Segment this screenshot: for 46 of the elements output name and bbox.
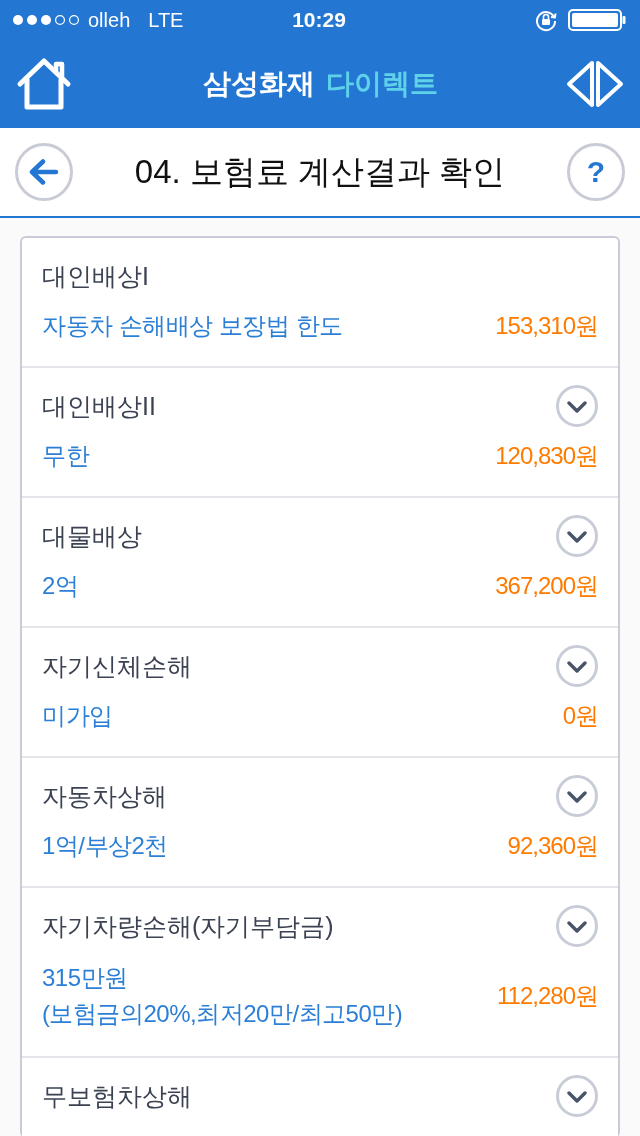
coverage-title: 자기차량손해(자기부담금) (42, 911, 335, 942)
coverage-detail: 315만원 (42, 963, 129, 993)
coverage-title: 대인배상II (42, 391, 157, 422)
chevron-down-icon (567, 401, 587, 413)
chevron-down-icon (567, 791, 587, 803)
chevron-down-icon (567, 921, 587, 933)
left-right-triangles-icon[interactable] (565, 59, 625, 109)
expand-button[interactable] (556, 905, 598, 947)
network-type: LTE (148, 8, 184, 32)
coverage-title: 대물배상 (42, 521, 143, 552)
brand-accent: 다이렉트 (326, 67, 438, 101)
premium-amount: 0원 (562, 701, 598, 731)
page-title: 04. 보험료 계산결과 확인 (133, 151, 507, 192)
chevron-down-icon (567, 661, 587, 673)
coverage-detail: 자동차 손해배상 보장법 한도 (42, 311, 344, 341)
premium-amount: 153,310원 (495, 311, 598, 341)
coverage-detail: 1억/부상2천 (42, 831, 169, 861)
coverage-detail: 미가입 (42, 701, 114, 731)
left-arrow-icon (29, 159, 59, 185)
signal-strength-icon (12, 14, 80, 26)
status-time: 10:29 (292, 8, 346, 32)
expand-button[interactable] (556, 775, 598, 817)
coverage-title: 자기신체손해 (42, 651, 193, 682)
premium-amount: 367,200원 (495, 571, 598, 601)
chevron-down-icon (567, 1091, 587, 1103)
back-button[interactable] (15, 143, 73, 201)
chevron-down-icon (567, 531, 587, 543)
expand-button[interactable] (556, 645, 598, 687)
brand-name: 삼성화재 (203, 67, 315, 101)
battery-icon (568, 9, 626, 31)
premium-amount: 120,830원 (495, 441, 598, 471)
carrier-name: olleh (88, 8, 131, 32)
coverage-title: 무보험차상해 (42, 1081, 193, 1112)
home-icon[interactable] (16, 57, 72, 111)
coverage-detail: (보험금의20%,최저20만/최고50만) (42, 999, 404, 1029)
premium-amount: 112,280원 (497, 981, 598, 1011)
coverage-title: 자동차상해 (42, 781, 168, 812)
coverage-detail: 2억 (42, 571, 80, 601)
rotation-lock-icon (534, 8, 558, 32)
expand-button[interactable] (556, 1075, 598, 1117)
premium-amount: 92,360원 (507, 831, 598, 861)
coverage-detail: 무한 (42, 441, 91, 471)
help-button[interactable]: ? (567, 143, 625, 201)
expand-button[interactable] (556, 385, 598, 427)
expand-button[interactable] (556, 515, 598, 557)
coverage-title: 대인배상I (42, 261, 150, 292)
